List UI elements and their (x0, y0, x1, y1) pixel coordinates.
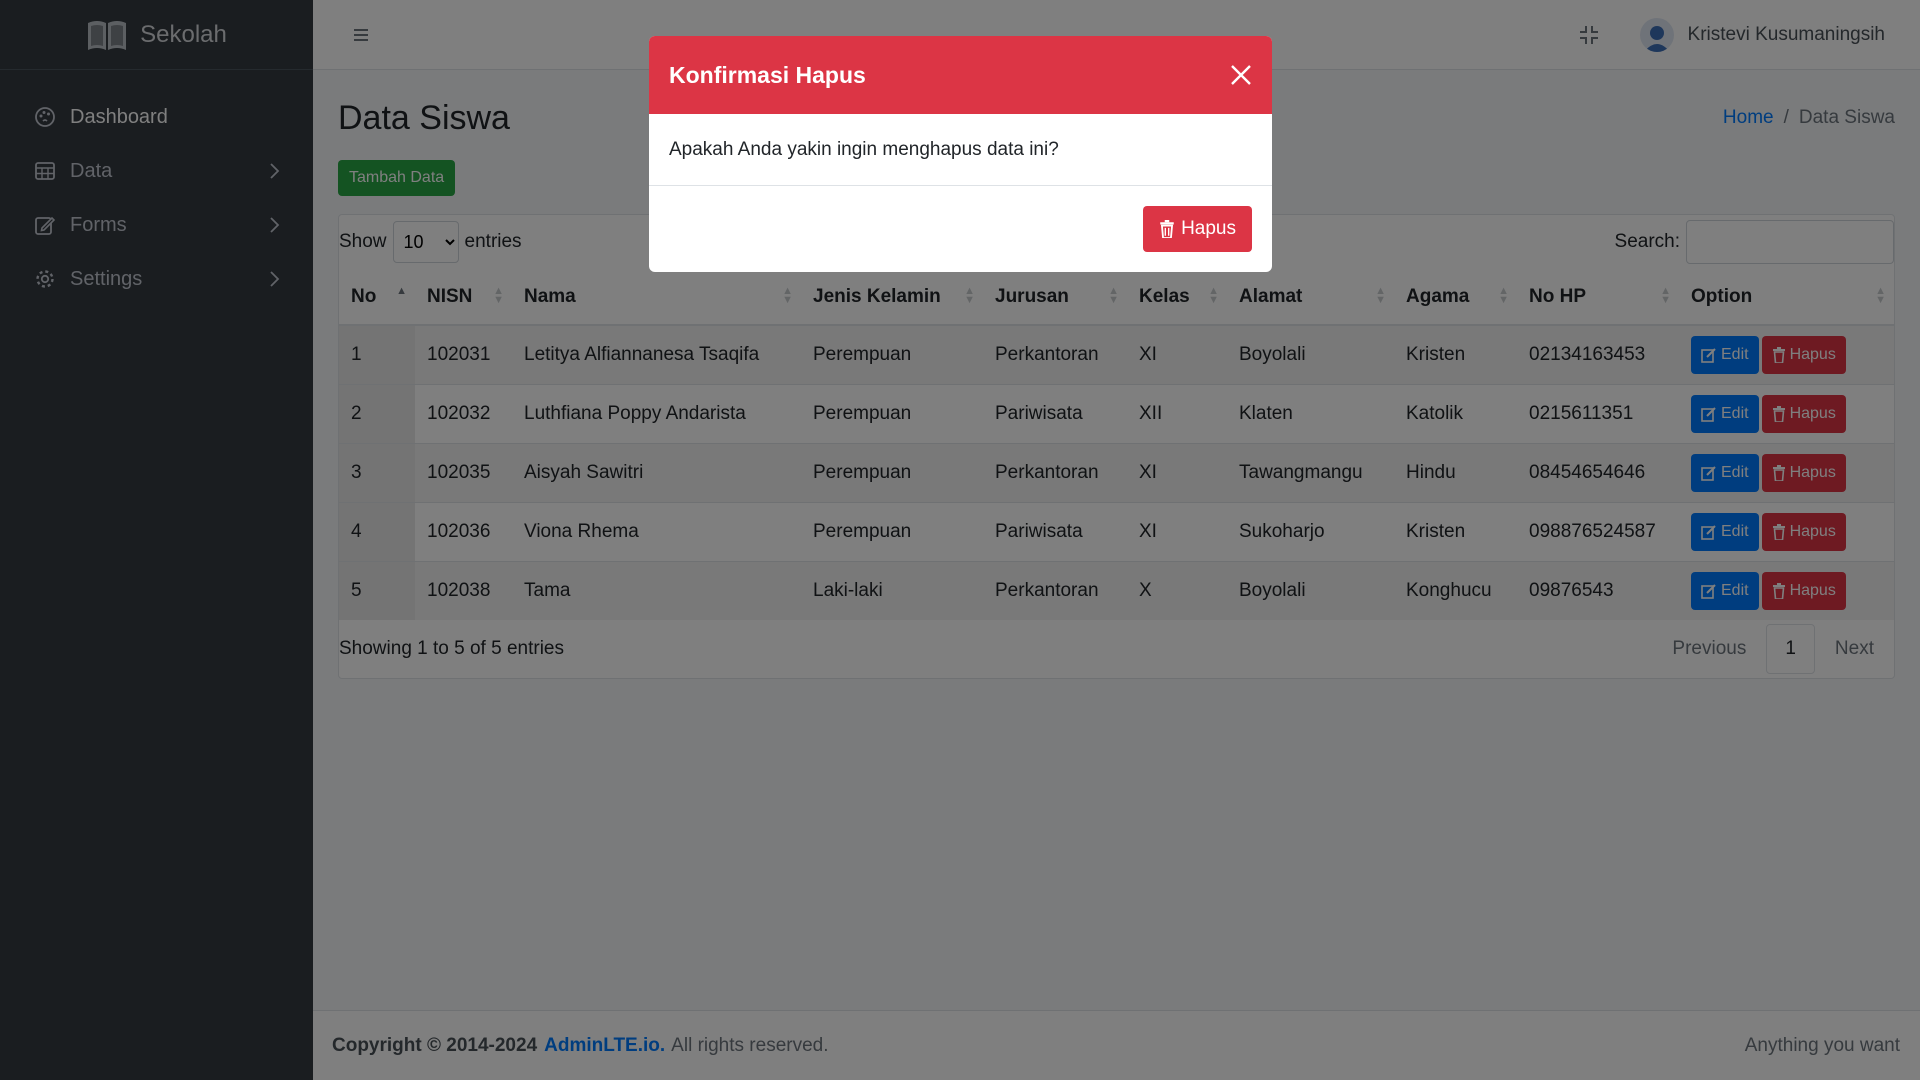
modal-title: Konfirmasi Hapus (669, 61, 866, 88)
confirm-delete-button[interactable]: Hapus (1143, 206, 1252, 252)
modal-body: Apakah Anda yakin ingin menghapus data i… (649, 114, 1272, 186)
modal-message: Apakah Anda yakin ingin menghapus data i… (669, 138, 1059, 160)
trash-icon (1160, 220, 1174, 238)
modal-footer: Hapus (649, 186, 1272, 272)
modal-header: Konfirmasi Hapus (649, 36, 1272, 114)
close-icon[interactable] (1230, 64, 1252, 86)
delete-confirm-modal: Konfirmasi Hapus Apakah Anda yakin ingin… (649, 36, 1272, 272)
